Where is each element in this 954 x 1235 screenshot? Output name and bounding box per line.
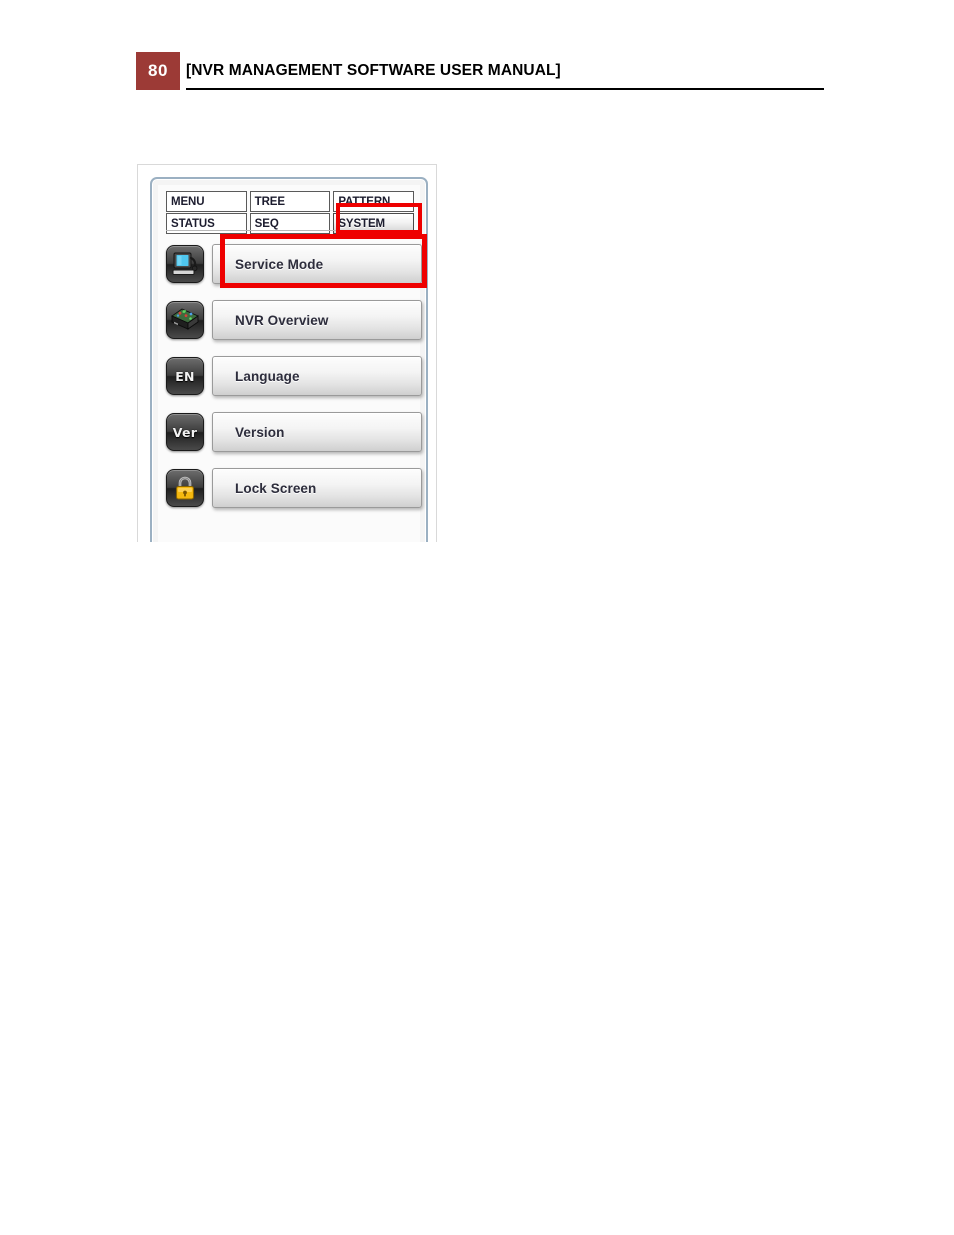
menu-label-version: Version <box>235 424 285 440</box>
page-title: [NVR MANAGEMENT SOFTWARE USER MANUAL] <box>186 62 561 79</box>
highlight-box-service-mode <box>220 234 427 288</box>
menu-label-lock-screen: Lock Screen <box>235 480 317 496</box>
header-divider <box>186 88 824 90</box>
menu-button-language[interactable]: Language <box>212 356 422 396</box>
menu-label-language: Language <box>235 368 300 384</box>
version-icon: Ver <box>166 413 204 451</box>
menu-button-lock-screen[interactable]: Lock Screen <box>212 468 422 508</box>
highlight-box-system-tab <box>336 203 422 234</box>
padlock-icon <box>166 469 204 507</box>
monitor-icon <box>166 245 204 283</box>
tab-menu[interactable]: MENU <box>166 191 247 212</box>
en-icon: EN <box>166 357 204 395</box>
menu-row-version: Ver Version <box>166 404 422 460</box>
menu-label-nvr-overview: NVR Overview <box>235 312 329 328</box>
panel-inner: MENU TREE PATTERN STATUS SEQ SYSTEM Serv… <box>158 185 427 542</box>
menu-button-nvr-overview[interactable]: NVR Overview <box>212 300 422 340</box>
menu-row-lock-screen: Lock Screen <box>166 460 422 516</box>
nvr-box-icon <box>166 301 204 339</box>
nvr-system-panel: MENU TREE PATTERN STATUS SEQ SYSTEM Serv… <box>150 177 428 542</box>
version-icon-text: Ver <box>172 424 198 440</box>
en-icon-text: EN <box>175 368 195 384</box>
page-number-badge: 80 <box>136 52 180 90</box>
menu-button-version[interactable]: Version <box>212 412 422 452</box>
page-header: 80 [NVR MANAGEMENT SOFTWARE USER MANUAL] <box>136 52 824 90</box>
manual-figure-screenshot: MENU TREE PATTERN STATUS SEQ SYSTEM Serv… <box>137 164 437 542</box>
menu-row-language: EN Language <box>166 348 422 404</box>
menu-row-nvr-overview: NVR Overview <box>166 292 422 348</box>
tab-tree[interactable]: TREE <box>249 191 331 212</box>
